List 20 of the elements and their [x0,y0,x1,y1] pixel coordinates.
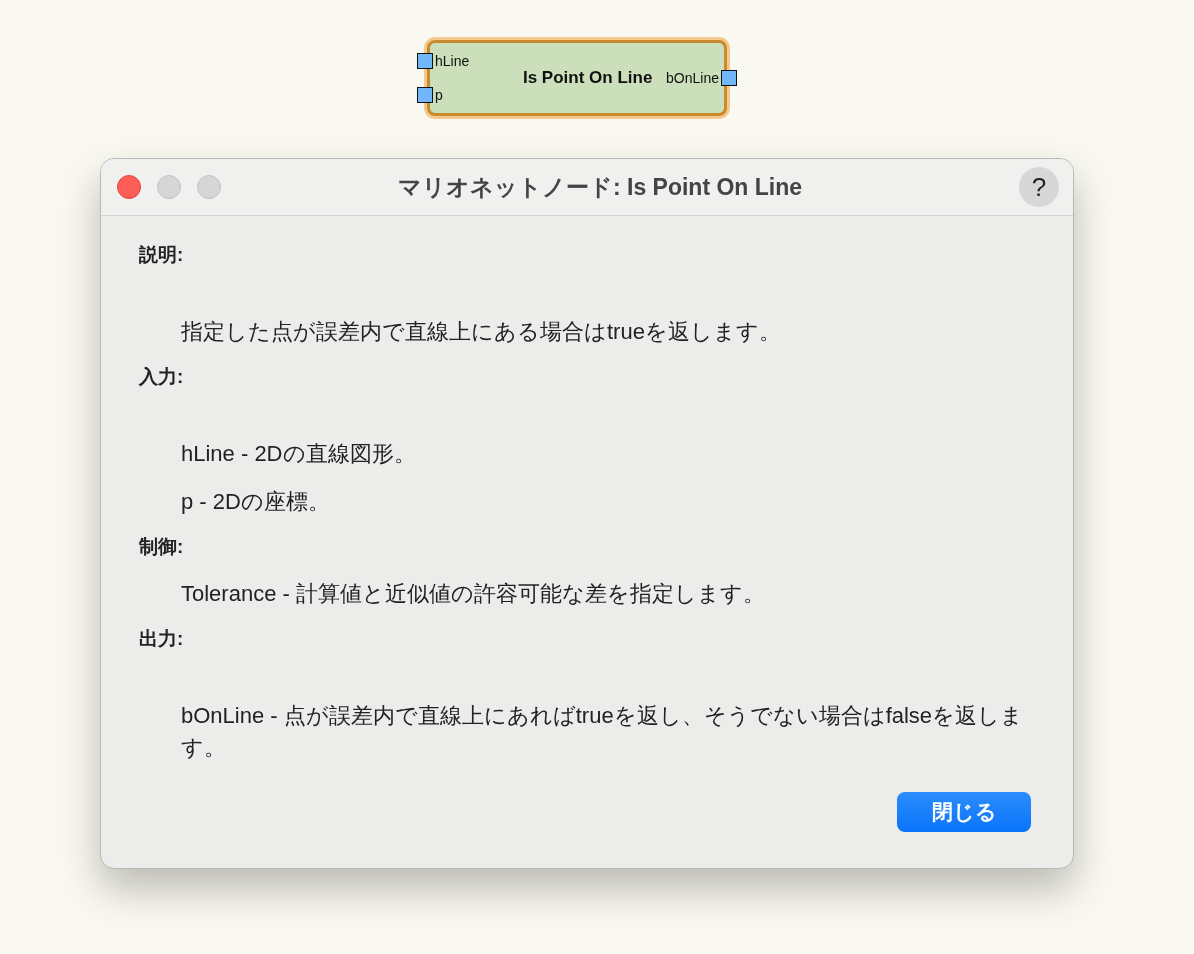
port-label: p [435,87,443,103]
section-text: bOnLine - 点が誤差内で直線上にあればtrueを返し、そうでない場合はfalseを返します。 [181,702,1025,762]
section-heading: 説明: [139,243,185,267]
close-button[interactable]: 閉じる [897,792,1031,832]
port-label: hLine [435,53,470,69]
section-heading: 入力: [139,365,185,389]
port-label: bOnLine [666,70,719,86]
section-text: Tolerance - 計算値と近似値の許容可能な差を指定します。 [181,580,766,608]
node-title: Is Point On Line [522,68,653,88]
close-icon[interactable] [117,175,141,199]
input-port[interactable] [417,87,433,103]
node-body[interactable] [427,40,727,116]
input-port[interactable] [417,53,433,69]
window-title: マリオネットノード: Is Point On Line [396,172,804,202]
help-button[interactable]: ? [1019,167,1059,207]
section-heading: 出力: [139,627,185,651]
section-text: hLine - 2Dの直線図形。 [181,440,417,468]
section-text: 指定した点が誤差内で直線上にある場合はtrueを返します。 [181,318,782,346]
section-heading: 制御: [139,535,185,559]
section-text: p - 2Dの座標。 [181,488,331,516]
